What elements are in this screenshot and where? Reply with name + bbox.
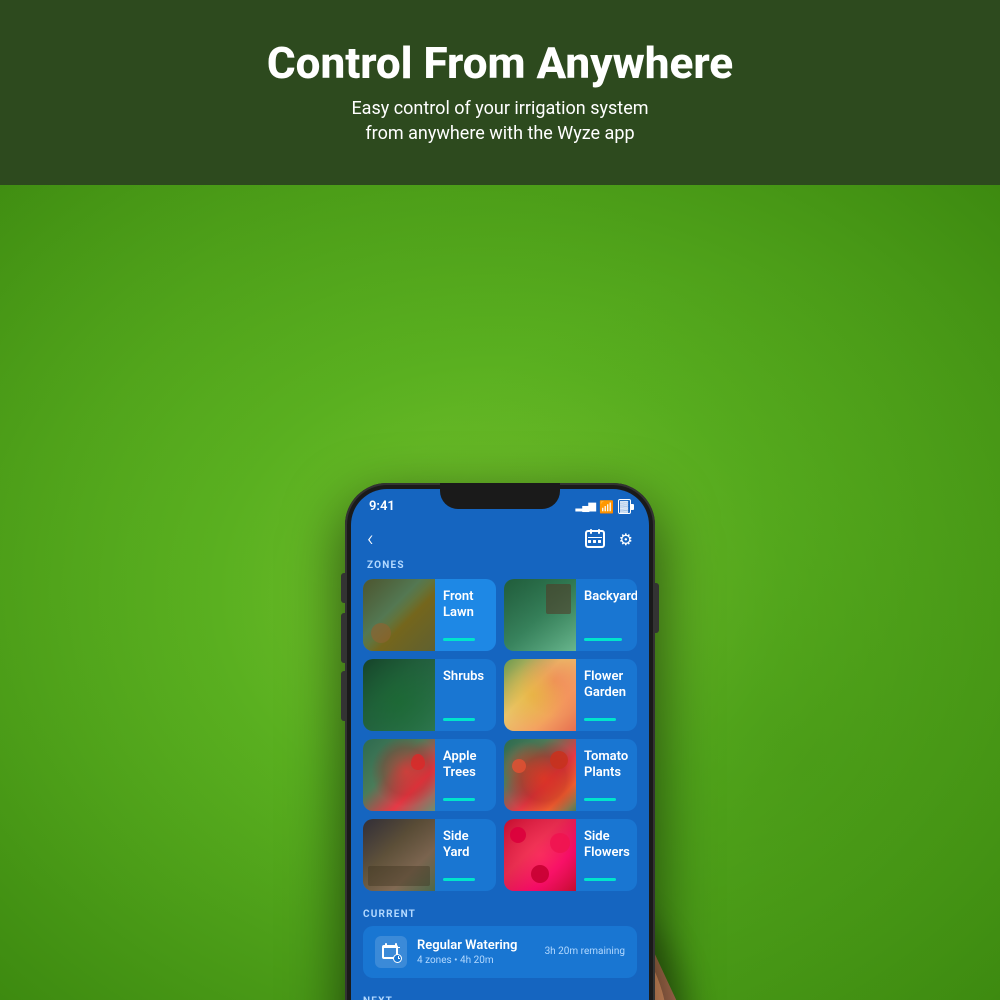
- next-section: NEXT: [351, 982, 649, 1000]
- zone-bar-front-lawn: [443, 638, 475, 641]
- zone-name-apple-trees: AppleTrees: [443, 749, 488, 783]
- next-label: NEXT: [363, 990, 637, 1000]
- zone-name-side-flowers: SideFlowers: [584, 829, 630, 863]
- phone-screen: 9:41 ▂▄▆ 📶 ▓ ‹: [351, 489, 649, 1000]
- zone-info-side-flowers: SideFlowers: [576, 819, 637, 891]
- zone-info-shrubs: Shrubs: [435, 659, 496, 731]
- current-card[interactable]: Regular Watering 4 zones • 4h 20m 3h 20m…: [363, 926, 637, 978]
- header-icons-group: ⚙: [585, 530, 633, 549]
- current-card-time-remaining: 3h 20m remaining: [545, 946, 625, 957]
- zone-card-tomato-plants[interactable]: TomatoPlants: [504, 739, 637, 811]
- current-card-subtitle: 4 zones • 4h 20m: [417, 955, 535, 966]
- wifi-icon: 📶: [599, 500, 614, 514]
- zone-thumb-flower-garden: [504, 659, 576, 731]
- zones-section: ZONES FrontLawn: [351, 560, 649, 891]
- battery-icon: ▓: [618, 499, 631, 514]
- app-header: ‹: [351, 521, 649, 560]
- current-label: CURRENT: [363, 901, 637, 926]
- banner-title: Control From Anywhere: [267, 39, 733, 87]
- zone-bar-shrubs: [443, 718, 475, 721]
- zone-thumb-apple-trees: [363, 739, 435, 811]
- zone-name-tomato-plants: TomatoPlants: [584, 749, 629, 783]
- zone-info-tomato-plants: TomatoPlants: [576, 739, 637, 811]
- zone-name-shrubs: Shrubs: [443, 669, 488, 686]
- zone-thumb-side-yard: [363, 819, 435, 891]
- zone-bar-flower-garden: [584, 718, 616, 721]
- zone-info-front-lawn: FrontLawn: [435, 579, 496, 651]
- zone-card-apple-trees[interactable]: AppleTrees: [363, 739, 496, 811]
- settings-icon[interactable]: ⚙: [619, 530, 633, 549]
- current-card-info: Regular Watering 4 zones • 4h 20m: [417, 938, 535, 966]
- zone-card-side-yard[interactable]: Side Yard: [363, 819, 496, 891]
- current-card-icon: [375, 936, 407, 968]
- grass-background: 9:41 ▂▄▆ 📶 ▓ ‹: [0, 185, 1000, 1000]
- current-section: CURRENT: [351, 891, 649, 982]
- zones-label: ZONES: [351, 560, 649, 579]
- current-card-title: Regular Watering: [417, 938, 535, 953]
- zone-info-flower-garden: FlowerGarden: [576, 659, 637, 731]
- zone-card-shrubs[interactable]: Shrubs: [363, 659, 496, 731]
- zone-card-side-flowers[interactable]: SideFlowers: [504, 819, 637, 891]
- zone-thumb-side-flowers: [504, 819, 576, 891]
- zone-bar-apple-trees: [443, 798, 475, 801]
- zone-bar-side-yard: [443, 878, 475, 881]
- status-time: 9:41: [369, 499, 395, 514]
- zones-grid: FrontLawn Backyard: [351, 579, 649, 891]
- zone-name-flower-garden: FlowerGarden: [584, 669, 629, 703]
- back-button[interactable]: ‹: [367, 527, 374, 552]
- zone-bar-side-flowers: [584, 878, 616, 881]
- zone-info-backyard: Backyard: [576, 579, 637, 651]
- phone-shell: 9:41 ▂▄▆ 📶 ▓ ‹: [345, 483, 655, 1000]
- zone-bar-tomato-plants: [584, 798, 616, 801]
- zone-thumb-backyard: [504, 579, 576, 651]
- zone-card-backyard[interactable]: Backyard: [504, 579, 637, 651]
- status-icons: ▂▄▆ 📶 ▓: [576, 499, 631, 514]
- zone-card-front-lawn[interactable]: FrontLawn: [363, 579, 496, 651]
- zone-thumb-shrubs: [363, 659, 435, 731]
- phone-notch: [440, 483, 560, 509]
- zone-name-side-yard: Side Yard: [443, 829, 488, 863]
- zone-info-side-yard: Side Yard: [435, 819, 496, 891]
- calendar-icon[interactable]: [585, 530, 605, 548]
- zone-name-front-lawn: FrontLawn: [443, 589, 488, 623]
- banner-subtitle: Easy control of your irrigation system f…: [351, 96, 648, 146]
- top-banner: Control From Anywhere Easy control of yo…: [0, 0, 1000, 185]
- phone-container: 9:41 ▂▄▆ 📶 ▓ ‹: [0, 370, 1000, 1000]
- zone-thumb-tomato-plants: [504, 739, 576, 811]
- zone-thumb-front-lawn: [363, 579, 435, 651]
- zone-bar-backyard: [584, 638, 622, 641]
- zone-info-apple-trees: AppleTrees: [435, 739, 496, 811]
- signal-icon: ▂▄▆: [576, 501, 595, 512]
- zone-name-backyard: Backyard: [584, 589, 637, 606]
- zone-card-flower-garden[interactable]: FlowerGarden: [504, 659, 637, 731]
